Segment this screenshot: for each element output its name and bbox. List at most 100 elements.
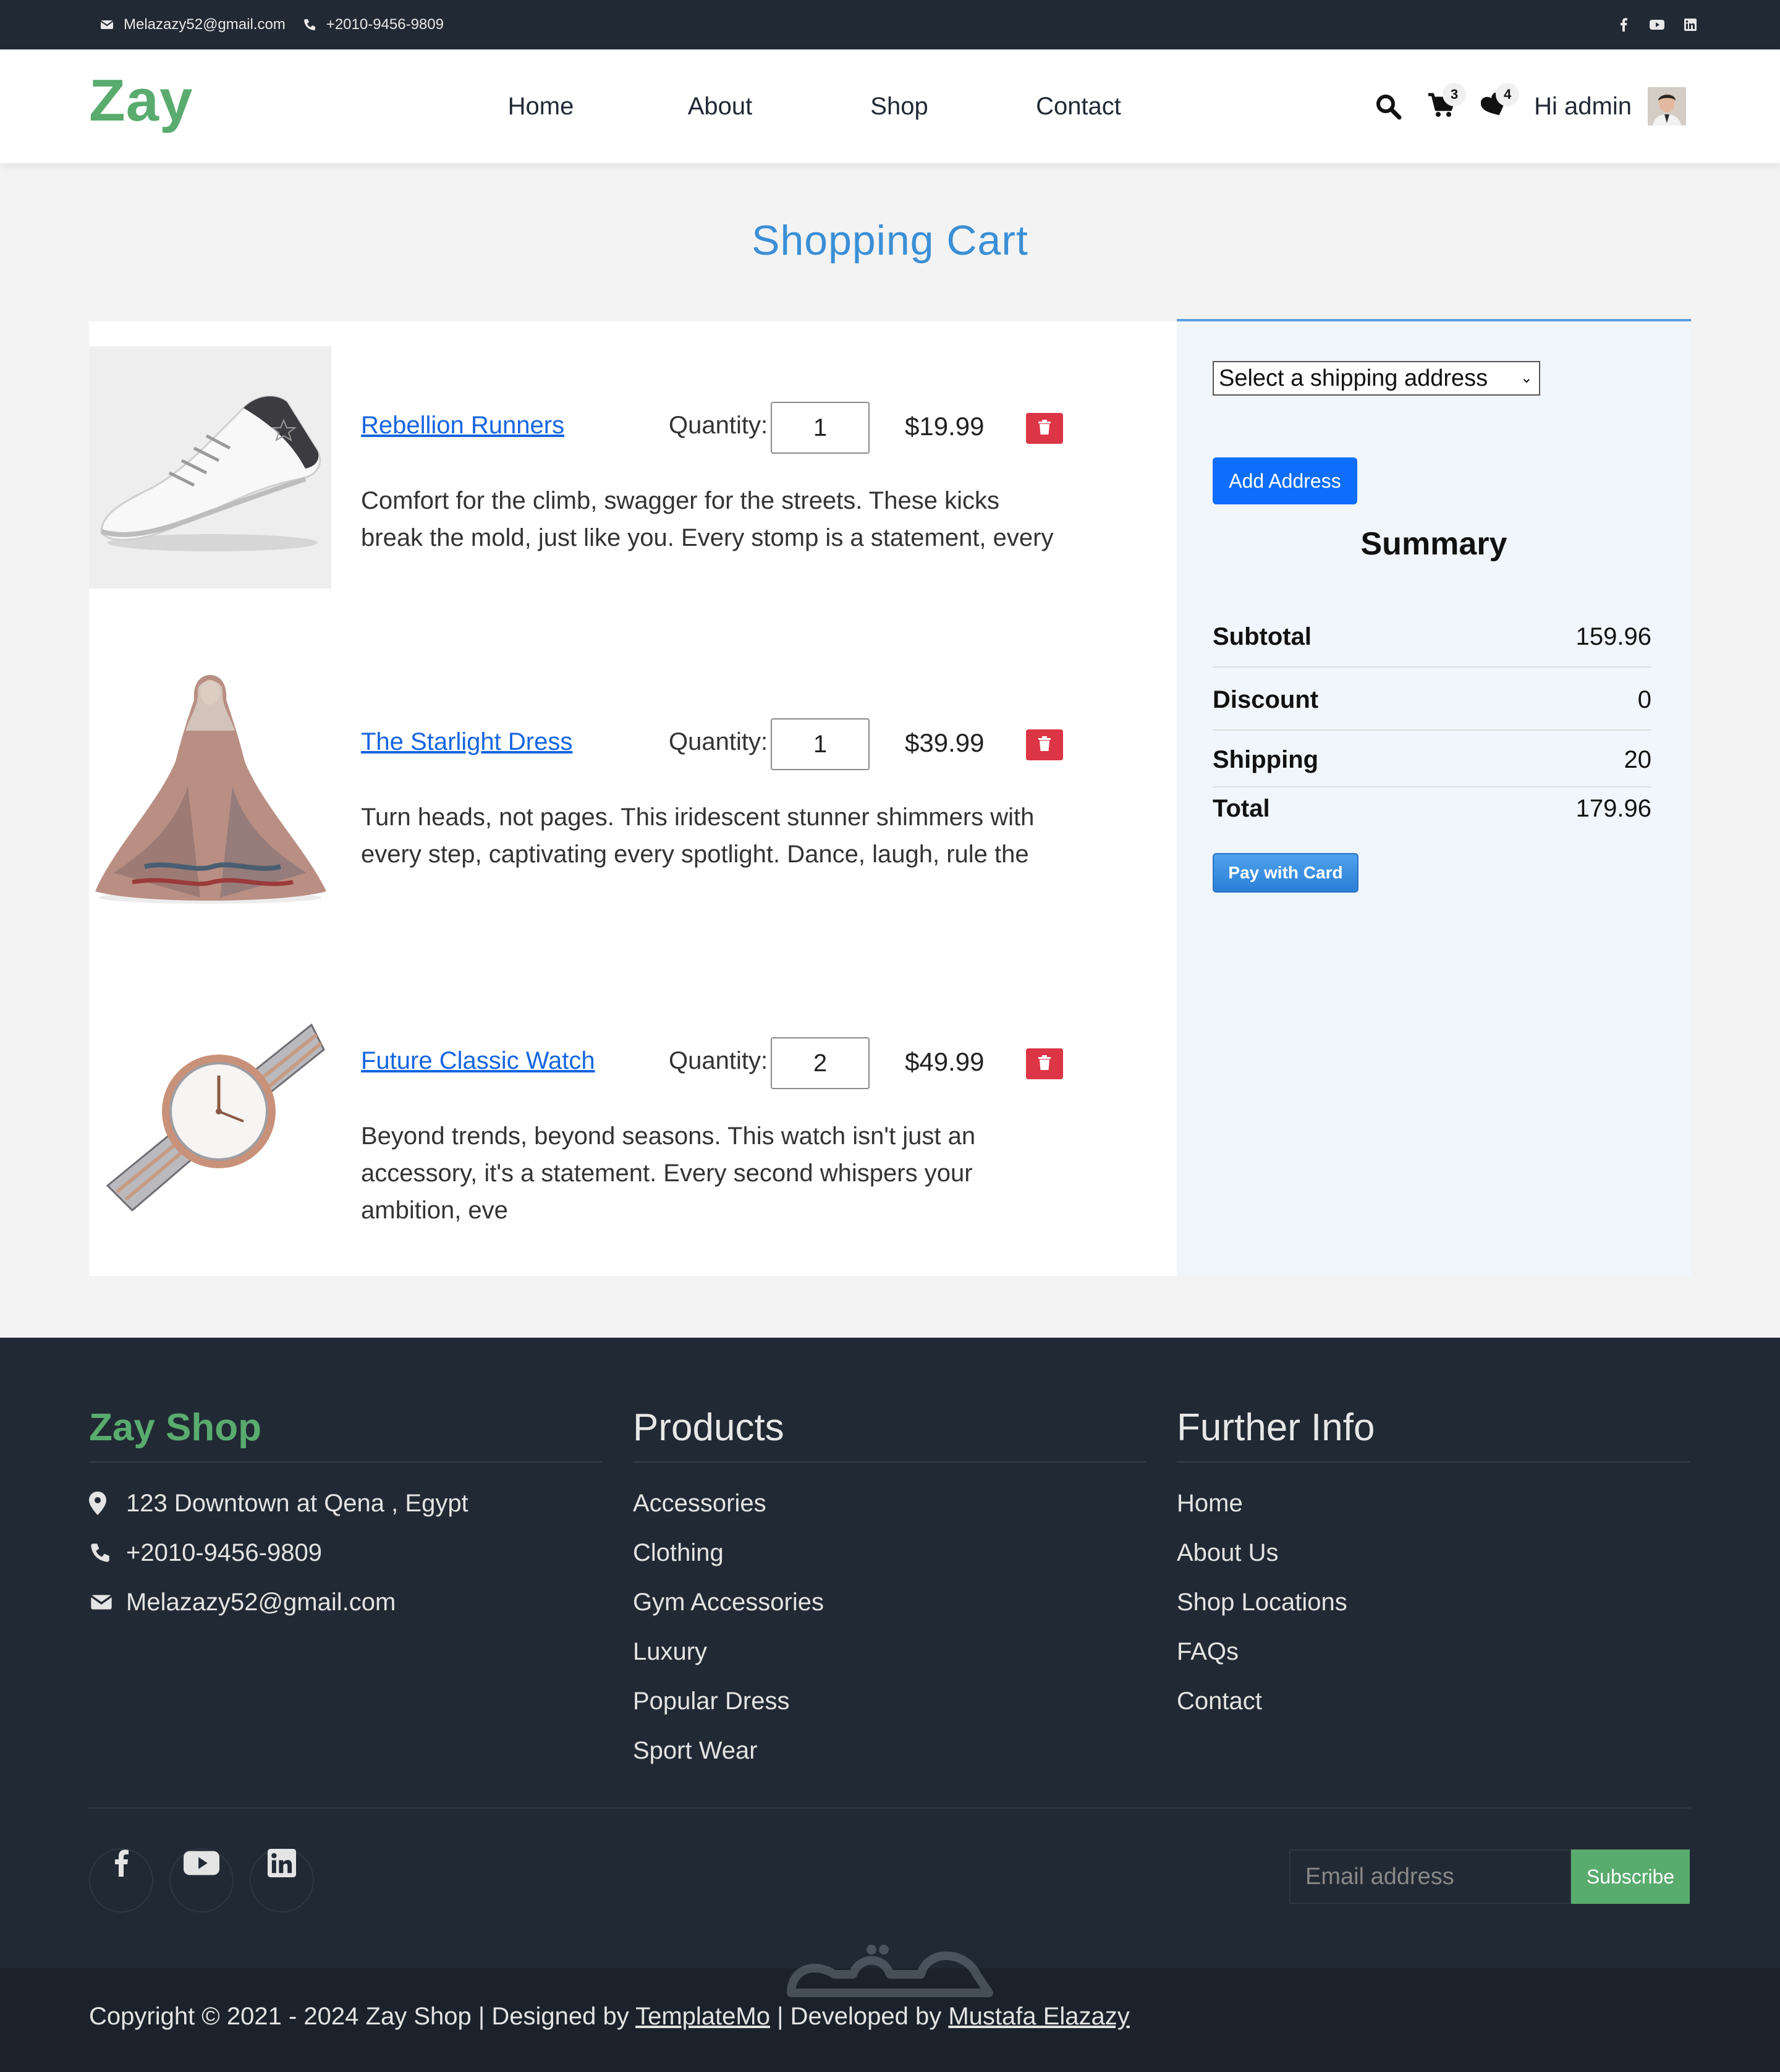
item-price: $19.99 — [905, 412, 985, 441]
footer-email-link[interactable]: Melazazy52@gmail.com — [126, 1577, 396, 1627]
quantity-label: Quantity: — [669, 728, 768, 755]
footer-info-link[interactable]: FAQs — [1177, 1627, 1239, 1676]
delete-item-button[interactable] — [1026, 729, 1063, 760]
footer-info-link[interactable]: Contact — [1177, 1676, 1262, 1726]
top-social-links — [1616, 0, 1698, 49]
watermark-logo — [779, 1931, 1001, 2018]
site-footer: Zay Shop 123 Downtown at Qena , Egypt +2… — [0, 1338, 1780, 2072]
linkedin-icon — [268, 1848, 296, 1896]
product-name-link[interactable]: Future Classic Watch — [361, 1047, 595, 1075]
quantity-input[interactable]: 1 — [771, 402, 870, 454]
delete-item-button[interactable] — [1026, 1048, 1063, 1079]
footer-product-link[interactable]: Accessories — [633, 1479, 766, 1528]
brand-logo[interactable]: Zay — [89, 67, 193, 135]
quantity-label: Quantity: — [669, 412, 768, 439]
footer-info-title: Further Info — [1177, 1391, 1690, 1463]
footer-product-link[interactable]: Sport Wear — [633, 1726, 758, 1775]
product-image-watch — [89, 982, 331, 1224]
top-contact: Melazazy52@gmail.com +2010-9456-9809 — [98, 0, 459, 49]
footer-product-link[interactable]: Clothing — [633, 1528, 724, 1577]
quantity-label: Quantity: — [669, 1047, 768, 1074]
footer-phone: +2010-9456-9809 — [89, 1528, 602, 1577]
subtotal-value: 159.96 — [1575, 622, 1651, 650]
search-icon[interactable] — [1370, 88, 1407, 125]
pay-with-card-button[interactable]: Pay with Card — [1213, 853, 1358, 893]
footer-contact-column: Zay Shop 123 Downtown at Qena , Egypt +2… — [89, 1391, 602, 1627]
delete-item-button[interactable] — [1026, 413, 1063, 444]
nav-links: Home About Shop Contact — [451, 49, 1168, 163]
item-price: $49.99 — [905, 1047, 985, 1076]
product-description: Turn heads, not pages. This iridescent s… — [361, 804, 1035, 868]
nav-shop[interactable]: Shop — [810, 93, 989, 121]
envelope-icon — [98, 15, 116, 34]
youtube-icon — [184, 1851, 219, 1896]
footer-phone-link[interactable]: +2010-9456-9809 — [126, 1528, 322, 1577]
total-label: Total — [1213, 794, 1270, 822]
total-value: 179.96 — [1575, 794, 1651, 822]
shipping-label: Shipping — [1213, 745, 1319, 773]
product-name-link[interactable]: Rebellion Runners — [361, 412, 564, 439]
shipping-value: 20 — [1624, 745, 1652, 773]
facebook-icon[interactable] — [1616, 17, 1632, 33]
footer-facebook-link[interactable] — [89, 1848, 153, 1913]
footer-info-column: Further Info Home About Us Shop Location… — [1177, 1391, 1690, 1726]
shipping-address-select[interactable]: Select a shipping address ⌄ — [1213, 361, 1540, 396]
discount-value: 0 — [1637, 686, 1651, 713]
footer-linkedin-link[interactable] — [250, 1848, 314, 1913]
footer-address-text: 123 Downtown at Qena , Egypt — [126, 1490, 468, 1517]
top-email-link[interactable]: Melazazy52@gmail.com — [124, 16, 286, 33]
footer-product-link[interactable]: Popular Dress — [633, 1676, 789, 1726]
cart-button[interactable]: 3 — [1423, 83, 1467, 125]
product-name-link[interactable]: The Starlight Dress — [361, 728, 572, 756]
top-info-bar: Melazazy52@gmail.com +2010-9456-9809 — [0, 0, 1780, 49]
wishlist-button[interactable]: 4 — [1476, 83, 1520, 125]
subtotal-row: Subtotal 159.96 — [1213, 607, 1651, 668]
footer-product-link[interactable]: Luxury — [633, 1627, 707, 1676]
footer-info-link[interactable]: About Us — [1177, 1528, 1279, 1577]
footer-info-link[interactable]: Shop Locations — [1177, 1577, 1347, 1627]
discount-row: Discount 0 — [1213, 670, 1651, 731]
product-image-sneaker — [89, 346, 331, 588]
templatemo-link[interactable]: TemplateMo — [635, 2003, 770, 2030]
linkedin-icon[interactable] — [1682, 17, 1698, 33]
nav-home[interactable]: Home — [451, 93, 630, 121]
discount-label: Discount — [1213, 686, 1319, 713]
cart-items-panel: Rebellion Runners Quantity: 1 $19.99 Com… — [89, 321, 1177, 1276]
nav-contact[interactable]: Contact — [989, 93, 1168, 121]
footer-products-title: Products — [633, 1391, 1146, 1463]
add-address-button[interactable]: Add Address — [1213, 457, 1357, 504]
quantity-input[interactable]: 2 — [771, 1037, 870, 1089]
shipping-select-value: Select a shipping address — [1219, 365, 1488, 391]
footer-divider — [89, 1807, 1691, 1809]
facebook-icon — [114, 1849, 129, 1898]
subtotal-label: Subtotal — [1213, 622, 1312, 650]
subscribe-button[interactable]: Subscribe — [1571, 1849, 1690, 1904]
avatar[interactable] — [1648, 87, 1686, 125]
quantity-input[interactable]: 1 — [771, 718, 870, 770]
footer-brand-title: Zay Shop — [89, 1391, 602, 1463]
map-marker-icon — [89, 1491, 117, 1516]
footer-social-links — [89, 1848, 314, 1913]
page-title: Shopping Cart — [752, 217, 1028, 264]
cart-item: The Starlight Dress Quantity: 1 $39.99 T… — [89, 663, 1177, 910]
top-phone-link[interactable]: +2010-9456-9809 — [326, 16, 444, 33]
footer-product-link[interactable]: Gym Accessories — [633, 1577, 824, 1627]
cart-item: Future Classic Watch Quantity: 2 $49.99 … — [89, 982, 1177, 1229]
wishlist-count-badge: 4 — [1496, 83, 1520, 106]
footer-info-link[interactable]: Home — [1177, 1479, 1243, 1528]
newsletter-form: Email address Subscribe — [1289, 1849, 1690, 1904]
product-image-dress — [89, 663, 331, 905]
trash-icon — [1038, 736, 1051, 754]
footer-products-column: Products Accessories Clothing Gym Access… — [633, 1391, 1146, 1775]
youtube-icon[interactable] — [1649, 17, 1665, 33]
summary-title: Summary — [1360, 526, 1507, 562]
shipping-row: Shipping 20 — [1213, 733, 1651, 788]
total-row: Total 179.96 — [1213, 786, 1651, 831]
footer-youtube-link[interactable] — [169, 1848, 234, 1913]
trash-icon — [1038, 419, 1051, 438]
nav-about[interactable]: About — [630, 93, 810, 121]
phone-icon — [89, 1540, 117, 1565]
order-summary-panel: Select a shipping address ⌄ Add Address … — [1177, 319, 1691, 1276]
newsletter-email-input[interactable]: Email address — [1289, 1849, 1571, 1904]
user-greeting[interactable]: Hi admin — [1534, 93, 1632, 121]
